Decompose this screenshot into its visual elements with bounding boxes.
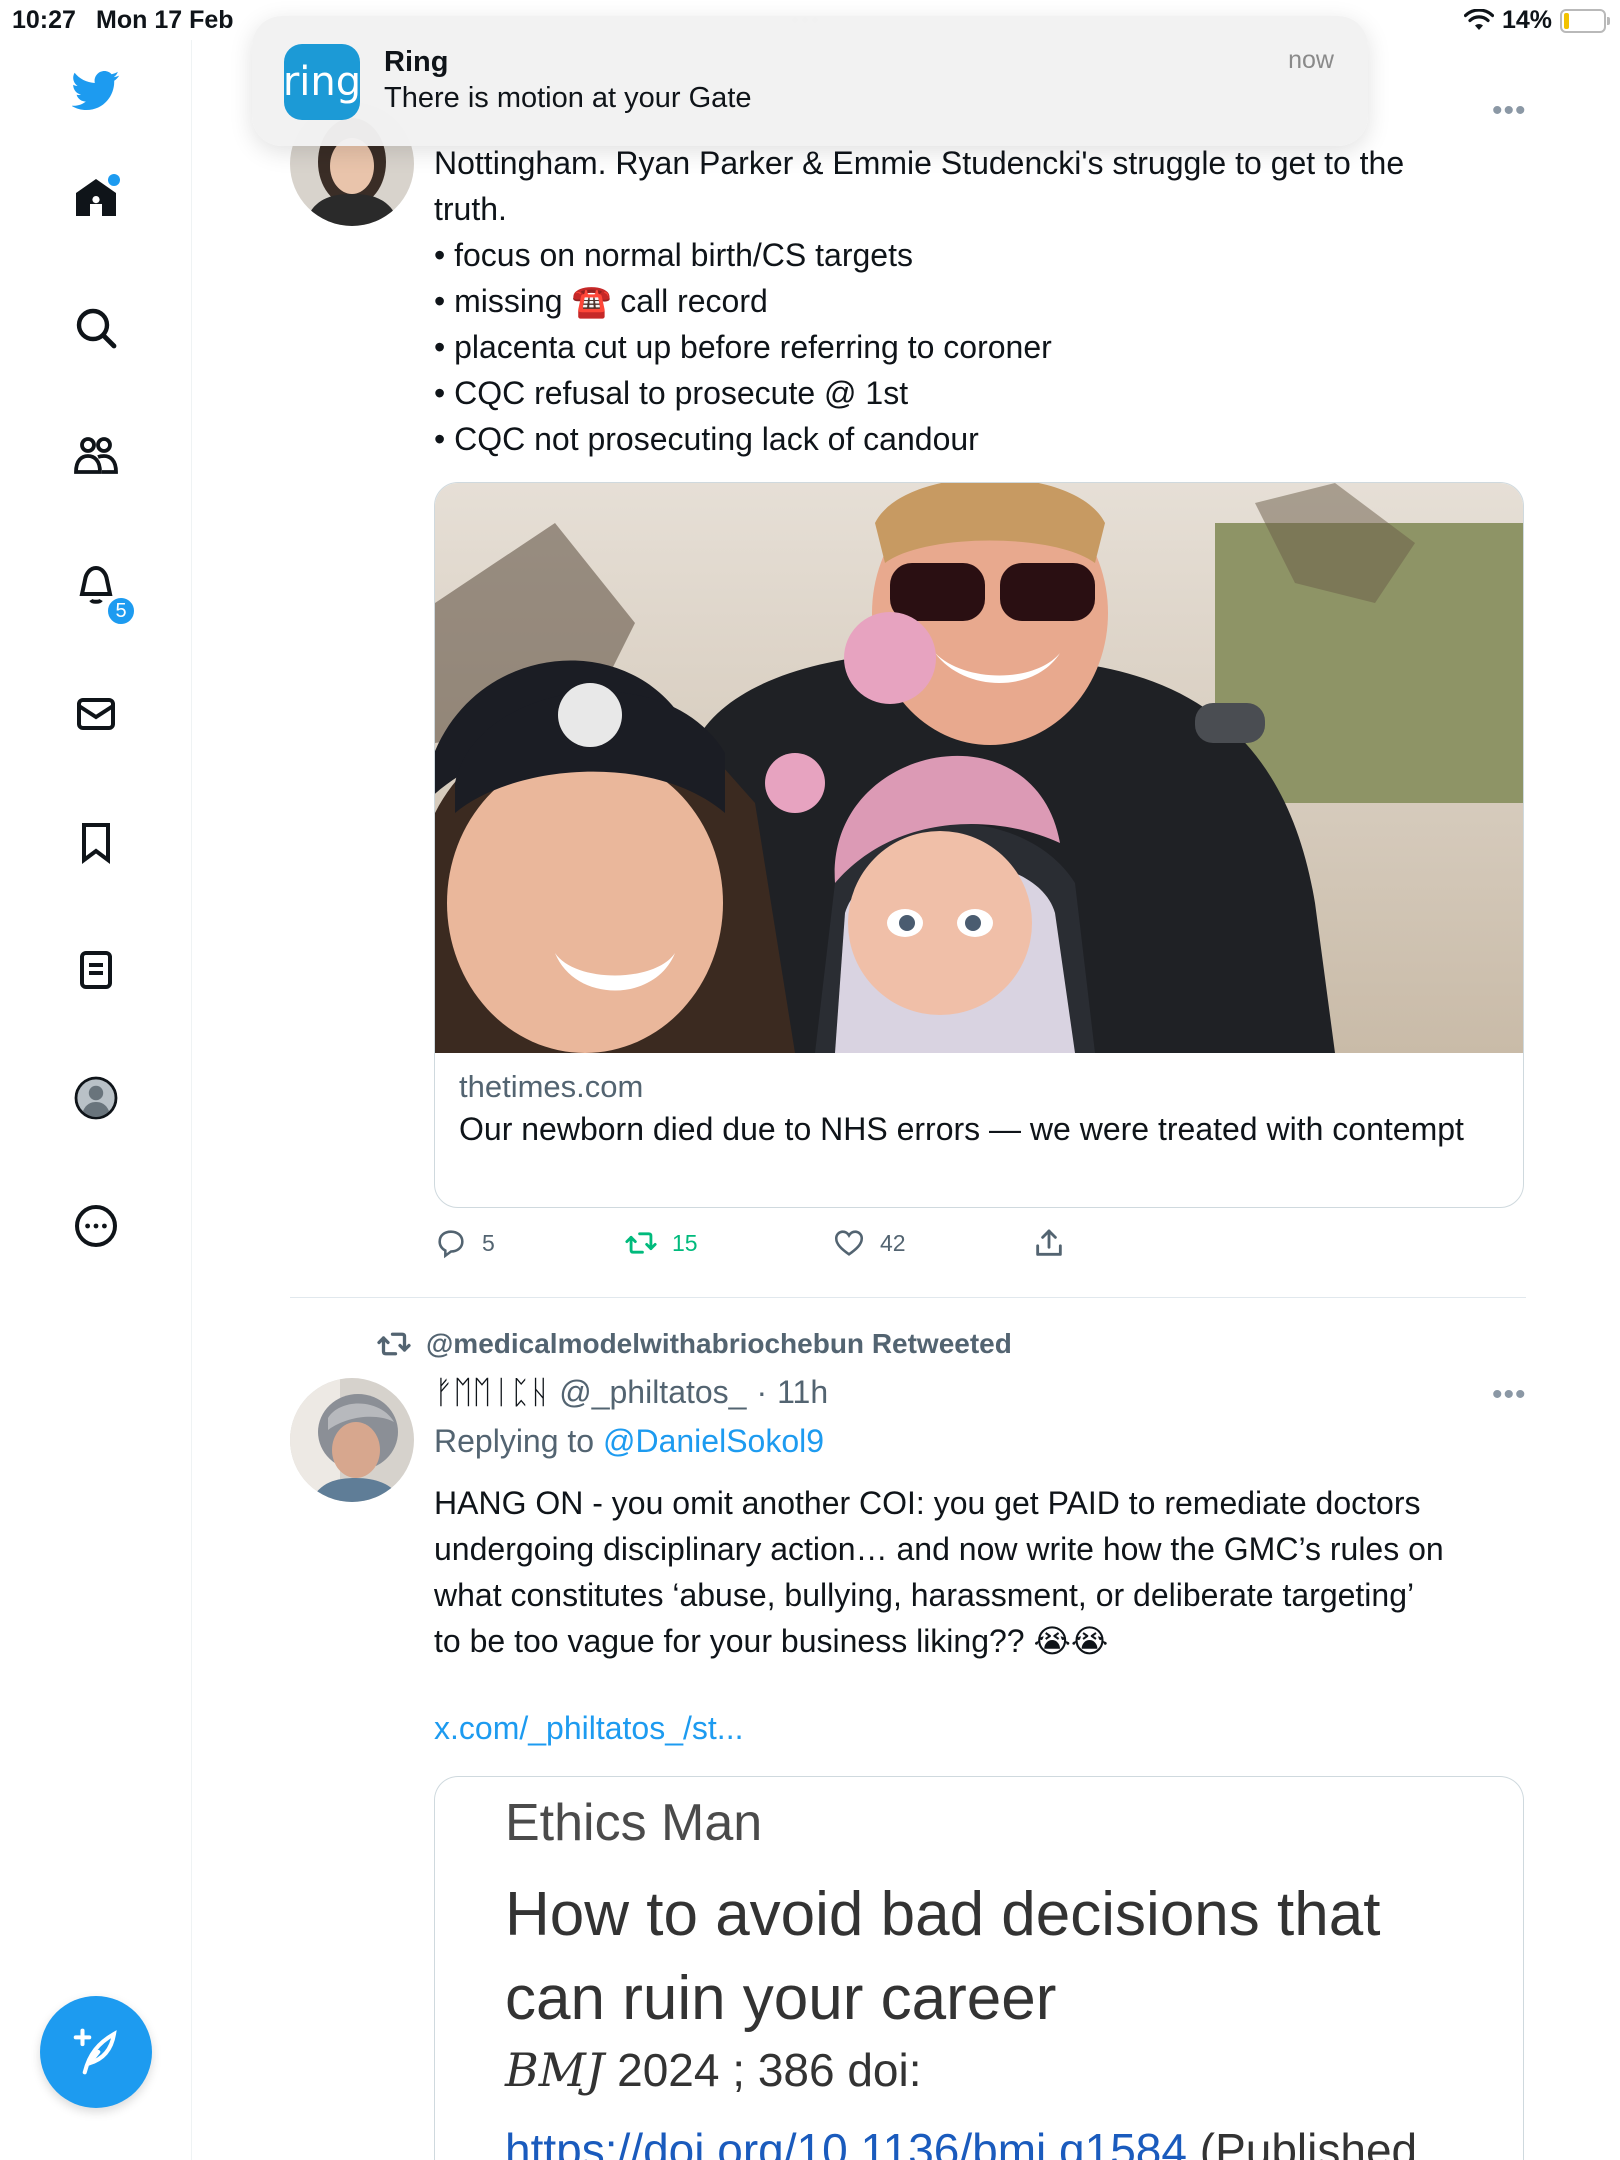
- replying-to-line: Replying to @DanielSokol9: [434, 1423, 824, 1460]
- tweet2-line: undergoing disciplinary action… and now …: [434, 1531, 1444, 1567]
- embed-section-title: Ethics Man: [505, 1794, 763, 1852]
- tweet1-line: Nottingham. Ryan Parker & Emmie Studenck…: [434, 145, 1405, 181]
- tweet1-actions: 5 15 42: [434, 1226, 1134, 1270]
- embed-journal: BMJ: [505, 2043, 605, 2097]
- heart-icon: [834, 1230, 864, 1256]
- compose-tweet-button[interactable]: [40, 1996, 152, 2108]
- tweet1-line: • focus on normal birth/CS targets: [434, 237, 913, 273]
- tweet2-separator: ·: [756, 1374, 768, 1410]
- notification-app-name: Ring: [384, 46, 449, 78]
- tweet1-line: • missing ☎️ call record: [434, 283, 768, 319]
- retweeted-by-line[interactable]: @medicalmodelwithabriochebun Retweeted: [376, 1326, 1012, 1362]
- embed-url-link: https://doi.org/10.1136/bmj.q1584: [505, 2124, 1187, 2160]
- replying-to-prefix: Replying to: [434, 1423, 595, 1459]
- card-domain: thetimes.com: [459, 1069, 644, 1104]
- bookmarks-icon[interactable]: [66, 812, 126, 872]
- tweet1-line: • CQC refusal to prosecute @ 1st: [434, 375, 909, 411]
- retweet-button[interactable]: 15: [624, 1226, 698, 1260]
- tweet2-link[interactable]: x.com/_philtatos_/st...: [434, 1710, 743, 1747]
- battery-percent: 14%: [1501, 6, 1552, 34]
- tweet2-line: HANG ON - you omit another COI: you get …: [434, 1485, 1421, 1521]
- tweet2-handle[interactable]: @_philtatos_: [559, 1374, 746, 1411]
- tweet2-line: what constitutes ‘abuse, bullying, haras…: [434, 1577, 1415, 1613]
- communities-icon[interactable]: [66, 426, 126, 486]
- retweet-icon: [625, 1232, 657, 1254]
- retweet-count: 15: [672, 1229, 698, 1256]
- tweet2-text: HANG ON - you omit another COI: you get …: [434, 1480, 1444, 1664]
- messages-icon[interactable]: [66, 684, 126, 744]
- notification-message: There is motion at your Gate: [384, 82, 752, 114]
- like-button[interactable]: 42: [832, 1226, 906, 1260]
- notification-time: now: [1288, 46, 1334, 74]
- tweet1-text: Nottingham. Ryan Parker & Emmie Studenck…: [434, 140, 1404, 462]
- embedded-image-card[interactable]: Ethics Man How to avoid bad decisions th…: [434, 1776, 1524, 2160]
- embed-doi-url: https://doi.org/10.1136/bmj.q1584 (Publi…: [505, 2123, 1417, 2160]
- notification-banner[interactable]: ring Ring There is motion at your Gate n…: [252, 16, 1368, 146]
- card-title: Our newborn died due to NHS errors — we …: [459, 1111, 1464, 1147]
- share-icon: [1036, 1229, 1062, 1256]
- status-date: Mon 17 Feb: [96, 6, 234, 34]
- search-icon[interactable]: [66, 298, 126, 358]
- embed-citation-text: 2024 ; 386 doi:: [617, 2044, 922, 2096]
- twitter-logo-icon[interactable]: [66, 60, 126, 120]
- article-photo: [435, 483, 1523, 1053]
- embed-headline: How to avoid bad decisions that can ruin…: [505, 1880, 1381, 2033]
- tweet-divider: [290, 1297, 1526, 1298]
- wifi-icon: [1463, 8, 1494, 30]
- tweet1-line: truth.: [434, 191, 507, 227]
- tweet1-line: • CQC not prosecuting lack of candour: [434, 421, 979, 457]
- home-unread-dot: [108, 174, 120, 186]
- link-preview-card[interactable]: thetimes.com Our newborn died due to NHS…: [434, 482, 1524, 1208]
- feather-plus-icon: [73, 2028, 117, 2075]
- tweet2-line: to be too vague for your business liking…: [434, 1623, 1109, 1659]
- tweet2-author-line: ᚠᛖᛖᛁᛈᚺ @_philtatos_ · 11h: [434, 1374, 828, 1411]
- embed-url-suffix: (Published: [1186, 2124, 1418, 2160]
- status-time: 10:27: [12, 6, 76, 34]
- tweet1-more-button[interactable]: •••: [1492, 94, 1527, 128]
- like-count: 42: [880, 1229, 906, 1256]
- replying-to-handle[interactable]: @DanielSokol9: [603, 1423, 824, 1459]
- tweet2-display-name[interactable]: ᚠᛖᛖᛁᛈᚺ: [434, 1374, 549, 1411]
- reply-icon: [438, 1230, 464, 1259]
- embed-citation: BMJ 2024 ; 386 doi:: [505, 2043, 922, 2097]
- retweeted-by-text: @medicalmodelwithabriochebun Retweeted: [426, 1328, 1012, 1359]
- notifications-badge: 5: [106, 596, 136, 626]
- tweet2-author-avatar[interactable]: [290, 1378, 414, 1502]
- more-options-icon[interactable]: [66, 1196, 126, 1256]
- share-button[interactable]: [1032, 1226, 1066, 1260]
- timeline: ••• Nottingham. Ryan Parker & Emmie Stud…: [192, 40, 1620, 2160]
- retweet-icon: [377, 1332, 411, 1356]
- tweet2-more-button[interactable]: •••: [1492, 1378, 1527, 1412]
- tweet1-line: • placenta cut up before referring to co…: [434, 329, 1052, 365]
- status-indicators: 14%: [1463, 6, 1610, 35]
- sidebar-nav: 5: [0, 40, 192, 2160]
- lists-icon[interactable]: [66, 940, 126, 1000]
- reply-button[interactable]: 5: [434, 1226, 495, 1260]
- reply-count: 5: [482, 1229, 495, 1256]
- ring-app-icon: ring: [283, 44, 361, 120]
- tweet2-time[interactable]: 11h: [777, 1374, 828, 1411]
- battery-icon: [1560, 8, 1610, 33]
- profile-avatar-icon[interactable]: [66, 1068, 126, 1128]
